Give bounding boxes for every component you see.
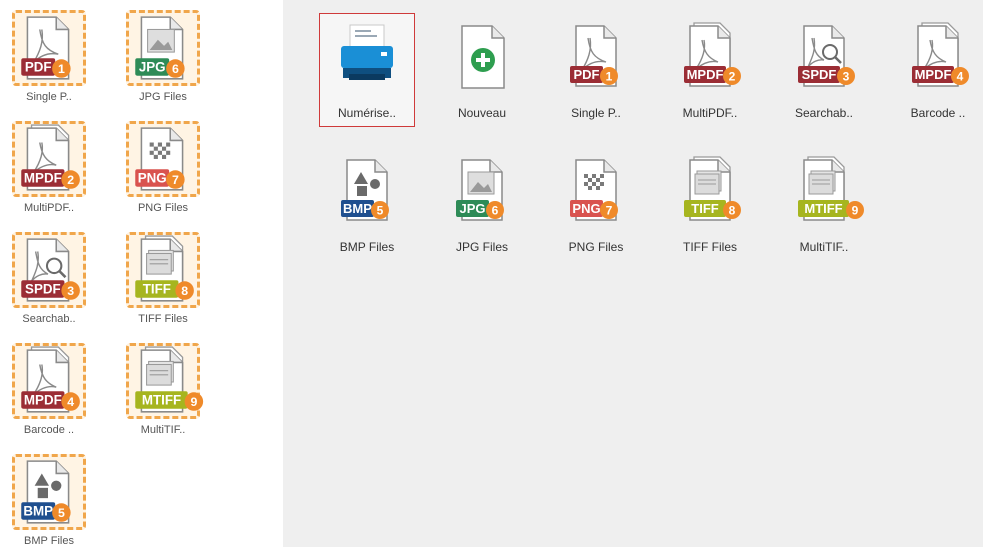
svg-text:TIFF: TIFF bbox=[691, 201, 718, 216]
profile-tile-label: Searchab.. bbox=[794, 106, 854, 120]
new-profile-button[interactable]: Nouveau bbox=[435, 14, 529, 126]
sidebar-item-label: BMP Files bbox=[24, 535, 74, 547]
sidebar-item-label: Searchab.. bbox=[22, 313, 76, 325]
profile-tile-label: MultiTIF.. bbox=[799, 240, 849, 254]
svg-text:1: 1 bbox=[606, 70, 613, 84]
svg-text:1: 1 bbox=[58, 62, 65, 76]
profile-tile-label: TIFF Files bbox=[683, 240, 737, 254]
svg-text:JPG: JPG bbox=[459, 201, 485, 216]
mtiff-file-icon: MTIFF 9 bbox=[131, 346, 204, 418]
svg-text:5: 5 bbox=[377, 204, 384, 218]
svg-text:2: 2 bbox=[67, 173, 74, 187]
profile-tile-label: Barcode .. bbox=[910, 106, 966, 120]
svg-text:PDF: PDF bbox=[25, 60, 52, 75]
bmp-file-icon: BMP 5 bbox=[17, 457, 79, 529]
profile-tile-label: BMP Files bbox=[339, 240, 395, 254]
profile-tile-mpdf-4[interactable]: MPDF 4 Barcode .. bbox=[891, 14, 983, 126]
profile-grid: Numérise.. Nouveau PDF 1 Single P.. MPDF 2 Mu… bbox=[283, 0, 983, 547]
svg-text:MPDF: MPDF bbox=[24, 171, 62, 186]
sidebar-item-label: MultiTIF.. bbox=[140, 424, 186, 436]
sidebar-item-label: PNG Files bbox=[137, 202, 189, 214]
svg-text:SPDF: SPDF bbox=[25, 282, 61, 297]
svg-text:TIFF: TIFF bbox=[143, 282, 171, 297]
svg-text:9: 9 bbox=[852, 204, 859, 218]
svg-text:2: 2 bbox=[729, 70, 736, 84]
profile-tile-label: JPG Files bbox=[455, 240, 508, 254]
pdf-file-icon: PDF 1 bbox=[17, 13, 79, 85]
tiff-file-icon: TIFF 8 bbox=[680, 156, 741, 226]
profile-tile-label: PNG Files bbox=[568, 240, 624, 254]
svg-text:BMP: BMP bbox=[343, 201, 372, 216]
svg-text:MPDF: MPDF bbox=[24, 393, 62, 408]
sidebar-item-label: JPG Files bbox=[139, 91, 187, 103]
scanner-icon bbox=[337, 22, 397, 92]
spdf-file-icon: SPDF 3 bbox=[794, 22, 855, 92]
new-document-icon bbox=[452, 22, 512, 92]
png-file-icon: PNG 7 bbox=[131, 124, 193, 196]
profile-tile-pdf-1[interactable]: PDF 1 Single P.. bbox=[549, 14, 643, 126]
svg-text:PDF: PDF bbox=[574, 67, 600, 82]
jpg-file-icon: JPG 6 bbox=[131, 13, 193, 85]
profile-tile-jpg-6[interactable]: JPG 6 JPG Files bbox=[435, 148, 529, 260]
profile-tile-png-7[interactable]: PNG 7 PNG Files bbox=[549, 148, 643, 260]
sidebar-item-label: Single P.. bbox=[26, 91, 72, 103]
svg-text:9: 9 bbox=[190, 395, 197, 409]
profile-tile-spdf-3[interactable]: SPDF 3 Searchab.. bbox=[777, 14, 871, 126]
bmp-file-icon: BMP 5 bbox=[337, 156, 397, 226]
svg-text:3: 3 bbox=[67, 284, 74, 298]
profile-sidebar: PDF 1 Single P.. JPG 6 JPG Files MPDF 2 MultiPDF… bbox=[0, 0, 283, 547]
scan-button[interactable]: Numérise.. bbox=[319, 13, 415, 127]
sidebar-item-label: Barcode .. bbox=[23, 424, 75, 436]
svg-text:3: 3 bbox=[843, 70, 850, 84]
svg-text:6: 6 bbox=[172, 62, 179, 76]
profile-tile-label: MultiPDF.. bbox=[682, 106, 738, 120]
profile-tile-mtiff-9[interactable]: MTIFF 9 MultiTIF.. bbox=[777, 148, 871, 260]
svg-text:4: 4 bbox=[957, 70, 964, 84]
sidebar-item-label: TIFF Files bbox=[138, 313, 188, 325]
new-label: Nouveau bbox=[457, 106, 507, 120]
svg-text:MTIFF: MTIFF bbox=[804, 201, 842, 216]
mpdf-file-icon: MPDF 2 bbox=[17, 124, 80, 196]
jpg-file-icon: JPG 6 bbox=[452, 156, 512, 226]
svg-text:8: 8 bbox=[729, 204, 736, 218]
profile-tile-mpdf-2[interactable]: MPDF 2 MultiPDF.. bbox=[663, 14, 757, 126]
profile-tile-label: Single P.. bbox=[571, 106, 621, 120]
barcode-mpdf-file-icon: MPDF 4 bbox=[17, 346, 80, 418]
pdf-file-icon: PDF 1 bbox=[566, 22, 626, 92]
svg-text:5: 5 bbox=[58, 506, 65, 520]
svg-text:8: 8 bbox=[181, 284, 188, 298]
mpdf-file-icon: MPDF 2 bbox=[680, 22, 741, 92]
spdf-file-icon: SPDF 3 bbox=[17, 235, 80, 307]
tiff-file-icon: TIFF 8 bbox=[131, 235, 194, 307]
profile-tile-tiff-8[interactable]: TIFF 8 TIFF Files bbox=[663, 148, 757, 260]
svg-text:MPDF: MPDF bbox=[687, 67, 724, 82]
barcode-mpdf-file-icon: MPDF 4 bbox=[908, 22, 969, 92]
svg-text:MPDF: MPDF bbox=[915, 67, 952, 82]
scan-label: Numérise.. bbox=[337, 106, 396, 120]
svg-text:SPDF: SPDF bbox=[802, 67, 837, 82]
svg-text:JPG: JPG bbox=[139, 60, 166, 75]
svg-text:PNG: PNG bbox=[138, 171, 167, 186]
png-file-icon: PNG 7 bbox=[566, 156, 626, 226]
svg-text:PNG: PNG bbox=[572, 201, 600, 216]
mtiff-file-icon: MTIFF 9 bbox=[794, 156, 864, 226]
svg-text:7: 7 bbox=[606, 204, 613, 218]
svg-text:6: 6 bbox=[492, 204, 499, 218]
sidebar-item-label: MultiPDF.. bbox=[23, 202, 75, 214]
profile-tile-bmp-5[interactable]: BMP 5 BMP Files bbox=[320, 148, 414, 260]
svg-text:4: 4 bbox=[67, 395, 74, 409]
svg-text:7: 7 bbox=[172, 173, 179, 187]
svg-text:BMP: BMP bbox=[23, 504, 53, 519]
svg-text:MTIFF: MTIFF bbox=[142, 393, 181, 408]
